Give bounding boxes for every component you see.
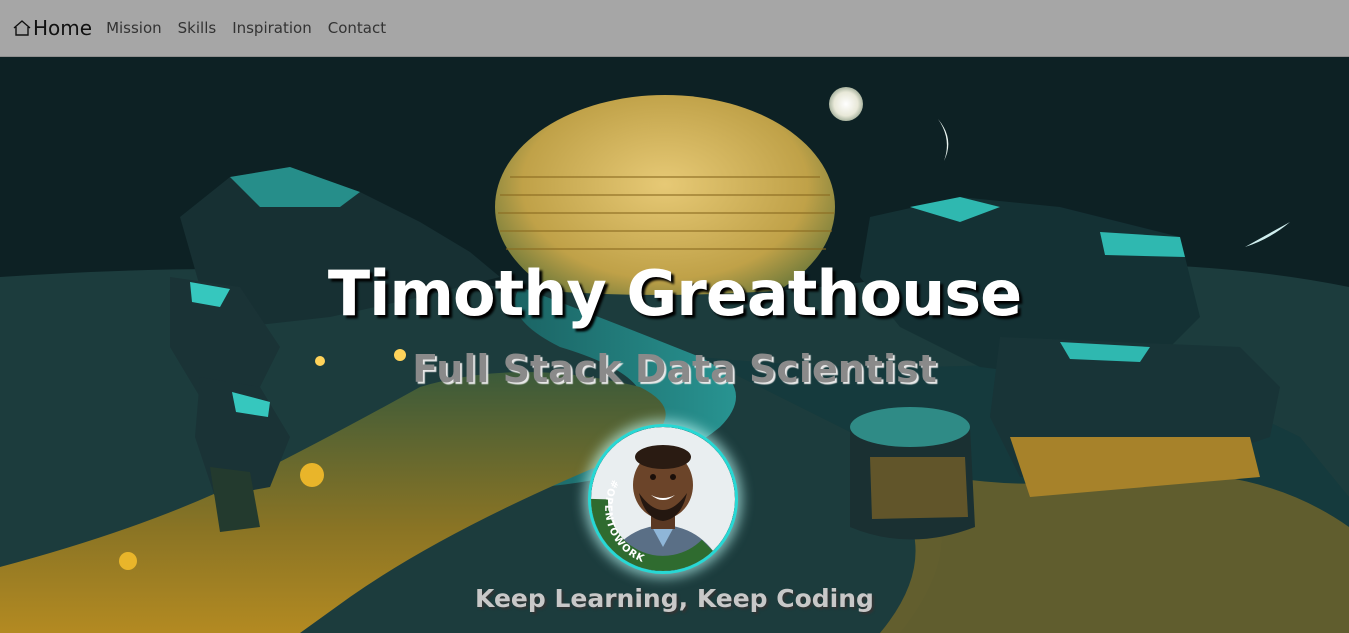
top-navbar: Home Mission Skills Inspiration Contact (0, 0, 1349, 57)
avatar-portrait: #OPENTOWORK (591, 427, 735, 571)
nav-link-skills[interactable]: Skills (178, 19, 217, 37)
nav-link-contact[interactable]: Contact (328, 19, 386, 37)
nav-link-inspiration[interactable]: Inspiration (232, 19, 312, 37)
nav-link-mission[interactable]: Mission (106, 19, 162, 37)
home-label: Home (33, 16, 93, 40)
hero-motto: Keep Learning, Keep Coding (475, 584, 874, 613)
profile-avatar: #OPENTOWORK (588, 424, 738, 574)
home-link[interactable]: Home (12, 16, 92, 40)
home-icon (13, 20, 31, 36)
hero-section: Timothy Greathouse Full Stack Data Scien… (0, 57, 1349, 633)
hero-subtitle: Full Stack Data Scientist (412, 347, 937, 391)
hero-title: Timothy Greathouse (327, 257, 1022, 330)
